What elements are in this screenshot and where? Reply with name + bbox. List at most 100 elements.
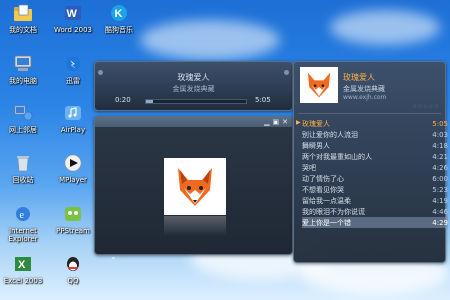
desktop-icon-label: 我的电脑	[9, 77, 37, 85]
playlist-item[interactable]: 玫瑰爱人 5:05	[302, 118, 448, 129]
mini-collapse-icon[interactable]	[284, 70, 289, 75]
playlist-item[interactable]: 别让爱你的人流泪 4:03	[302, 129, 448, 140]
playlist-item-title: 两个对我最重如山的人	[302, 152, 372, 161]
desktop-icon-excel[interactable]: X Excel 2003	[2, 253, 44, 285]
video-panel-window: ▁ ▣ ✕	[94, 116, 293, 255]
word-icon: W	[62, 2, 84, 24]
mplayer-icon	[62, 152, 84, 174]
desktop-icon-label: MPlayer	[59, 176, 87, 184]
playlist-item-title: 动了情伤了心	[302, 174, 344, 183]
time-total: 5:05	[255, 96, 271, 104]
desktop-icon-label: Word 2003	[53, 26, 93, 34]
rating-stars[interactable]: ☆☆☆☆☆	[412, 103, 439, 110]
playlist-item-title: 爱上你是一个错	[302, 218, 351, 227]
desktop-icon-label: 网上邻居	[9, 126, 37, 134]
network-icon	[12, 102, 34, 124]
volume-dot-icon[interactable]	[98, 70, 103, 75]
panel-controls: ▁ ▣ ✕	[264, 118, 288, 126]
restore-icon[interactable]: ▣	[273, 118, 280, 126]
ppstream-icon	[62, 203, 84, 225]
svg-text:e: e	[20, 210, 25, 221]
playlist-item-time: 6:00	[432, 174, 448, 183]
desktop-icon-thunder[interactable]: 迅雷	[52, 53, 94, 85]
progress-track[interactable]	[145, 99, 247, 104]
mini-player-window: 玫瑰爱人 金属发烧典藏 0:20 5:05	[94, 61, 293, 111]
progress-fill	[146, 100, 153, 103]
playlist-item[interactable]: 我的眼泪不为你说谎 4:46	[302, 206, 448, 217]
playlist-item-title: 哭吧	[302, 163, 316, 172]
folder-doc-icon	[12, 2, 34, 24]
playlist-item-time: 5:23	[432, 185, 448, 194]
thunder-icon	[62, 53, 84, 75]
desktop-icon-label: 酷狗音乐	[105, 26, 133, 34]
playlist-item-title: 不想看见你哭	[302, 185, 344, 194]
desktop-icon-qq[interactable]: QQ	[52, 253, 94, 285]
minimize-icon[interactable]: ▁	[264, 118, 269, 126]
playlist-item[interactable]: 留给我一点温柔 4:19	[302, 195, 448, 206]
desktop-icon-my-computer[interactable]: 我的电脑	[2, 53, 44, 85]
playlist-item-time: 4:29	[432, 218, 448, 227]
ie-icon: e	[12, 203, 34, 225]
playlist-album-art	[300, 67, 338, 103]
playlist-item-title: 我的眼泪不为你说谎	[302, 207, 365, 216]
playlist-item[interactable]: 爱上你是一个错 4:29	[302, 217, 448, 228]
qq-icon	[62, 253, 84, 275]
desktop-icon-ppstream[interactable]: PPStream	[52, 203, 94, 235]
airplay-icon	[62, 102, 84, 124]
now-playing-arrow-icon: ▶	[296, 119, 301, 126]
playlist-item-time: 4:19	[432, 196, 448, 205]
playlist-item-time: 4:03	[432, 130, 448, 139]
fox-logo-icon	[307, 72, 331, 98]
desktop-icon-label: 迅雷	[66, 77, 80, 85]
excel-icon: X	[12, 253, 34, 275]
desktop-icon-label: 我的文档	[9, 26, 37, 34]
playlist-item[interactable]: 动了情伤了心 6:00	[302, 173, 448, 184]
desktop-icon-internet-explorer[interactable]: e Internet Explorer	[2, 203, 44, 243]
playlist-item-time: 5:05	[432, 119, 448, 128]
desktop-icon-kugou[interactable]: K 酷狗音乐	[98, 2, 140, 34]
playlist-item-time: 4:18	[432, 141, 448, 150]
playlist-header-url: www.exjh.com	[343, 94, 387, 101]
svg-text:W: W	[67, 8, 78, 20]
playlist-item[interactable]: 哭吧 4:26	[302, 162, 448, 173]
playlist-header-album: 金属发烧典藏	[343, 85, 385, 93]
desktop-icon-recycle-bin[interactable]: 回收站	[2, 152, 44, 184]
playlist-item[interactable]: 两个对我最重如山的人 4:21	[302, 151, 448, 162]
album-reflection	[164, 216, 226, 236]
playlist-item-time: 4:26	[432, 163, 448, 172]
playlist-window: 玫瑰爱人 金属发烧典藏 www.exjh.com ☆☆☆☆☆ ▶ 玫瑰爱人 5:…	[293, 61, 448, 263]
kugou-icon: K	[108, 2, 130, 24]
playlist-header-title: 玫瑰爱人	[343, 73, 375, 82]
desktop-icon-airplay[interactable]: AirPlay	[52, 102, 94, 134]
fox-logo-icon	[178, 167, 212, 206]
playlist-item-time: 4:46	[432, 207, 448, 216]
playlist-divider	[298, 113, 441, 114]
close-icon[interactable]: ✕	[282, 118, 288, 126]
desktop-icon-label: Excel 2003	[3, 277, 43, 285]
mini-player-song-title: 玫瑰爱人	[177, 73, 210, 82]
playlist-item-title: 别让爱你的人流泪	[302, 130, 358, 139]
computer-icon	[12, 53, 34, 75]
desktop-icon-word[interactable]: W Word 2003	[52, 2, 94, 34]
playlist-item-title: 舞瞬男人	[302, 141, 330, 150]
album-art	[164, 158, 226, 215]
time-elapsed: 0:20	[115, 96, 131, 104]
playlist-item-time: 4:21	[432, 152, 448, 161]
desktop-icon-label: Internet Explorer	[8, 227, 38, 243]
playlist-item[interactable]: 舞瞬男人 4:18	[302, 140, 448, 151]
playlist-item[interactable]: 不想看见你哭 5:23	[302, 184, 448, 195]
desktop-icon-network[interactable]: 网上邻居	[2, 102, 44, 134]
desktop-icon-label: 回收站	[12, 176, 34, 184]
desktop-icon-label: AirPlay	[60, 126, 86, 134]
playlist-item-title: 留给我一点温柔	[302, 196, 351, 205]
recycle-bin-icon	[12, 152, 34, 174]
svg-text:X: X	[18, 259, 26, 271]
desktop-icon-mplayer[interactable]: MPlayer	[52, 152, 94, 184]
expand-chevron-icon[interactable]: ⌄	[110, 252, 117, 261]
desktop-icon-label: QQ	[67, 277, 79, 285]
mini-player-subtitle: 金属发烧典藏	[172, 85, 215, 93]
desktop-icon-label: PPStream	[56, 227, 90, 235]
desktop-icon-my-documents[interactable]: 我的文档	[2, 2, 44, 34]
svg-text:K: K	[115, 8, 123, 20]
playlist-item-title: 玫瑰爱人	[302, 119, 330, 128]
